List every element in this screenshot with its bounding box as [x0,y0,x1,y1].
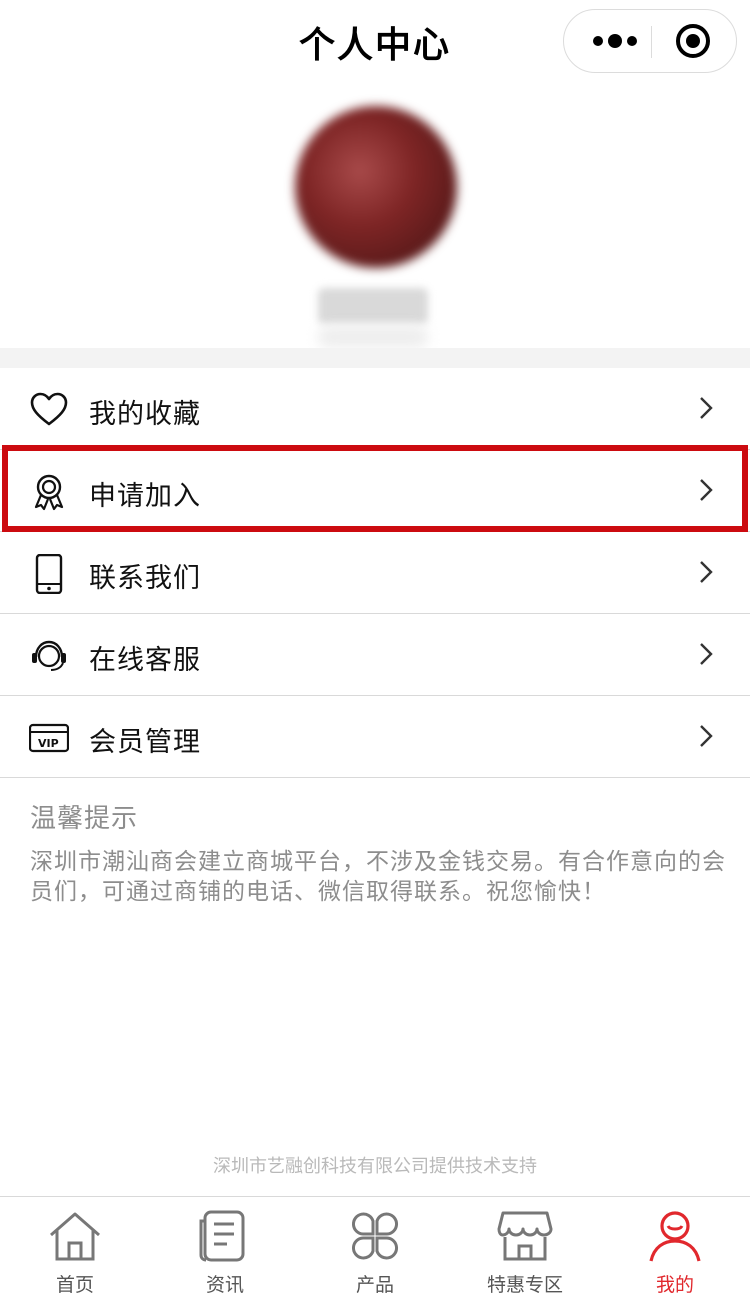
home-icon [50,1212,100,1261]
capsule-divider [651,26,652,58]
news-icon [199,1210,245,1262]
menu-item-label: 在线客服 [89,645,201,676]
store-icon [497,1211,553,1261]
mini-program-capsule [563,9,737,73]
chevron-right-icon [700,643,713,665]
navigation-bar: 个人中心 [0,0,750,82]
tab-label: 特惠专区 [486,1274,563,1294]
tips-section: 温馨提示 深圳市潮汕商会建立商城平台，不涉及金钱交易。有合作意向的会员们，可通过… [30,798,735,907]
tab-products[interactable]: 产品 [300,1197,450,1294]
menu-item-contact[interactable]: 联系我们 [0,532,750,614]
tab-label: 资讯 [205,1274,244,1294]
tab-home[interactable]: 首页 [0,1197,150,1294]
menu-item-label: 我的收藏 [89,399,201,430]
menu-item-member-management[interactable]: VIP 会员管理 [0,696,750,778]
chevron-right-icon [700,561,713,583]
menu-list: 我的收藏 申请加入 联系我们 在线客服 VIP 会员管理 [0,368,750,778]
tab-label: 首页 [55,1274,94,1294]
chevron-right-icon [700,397,713,419]
tips-title: 温馨提示 [30,804,139,834]
chevron-right-icon [700,479,713,501]
tab-bar: 首页 资讯 产品 特惠专区 我的 [0,1196,750,1294]
chevron-right-icon [700,725,713,747]
svg-text:VIP: VIP [38,737,59,750]
tab-specials[interactable]: 特惠专区 [450,1197,600,1294]
menu-item-label: 联系我们 [89,563,201,594]
section-divider [0,348,750,368]
nickname [318,288,428,324]
award-badge-icon [34,474,64,511]
tab-news[interactable]: 资讯 [150,1197,300,1294]
menu-item-online-service[interactable]: 在线客服 [0,614,750,696]
close-miniprogram-icon[interactable] [668,10,726,72]
heart-icon [30,392,68,426]
tab-label: 我的 [655,1274,694,1294]
user-icon [649,1211,701,1262]
menu-item-label: 申请加入 [89,481,201,512]
menu-item-label: 会员管理 [89,727,201,758]
nickname-placeholder [318,326,428,348]
tips-text: 深圳市潮汕商会建立商城平台，不涉及金钱交易。有合作意向的会员们，可通过商铺的电话… [30,849,726,905]
phone-icon [35,554,63,594]
profile-header [0,82,750,348]
headset-icon [32,640,66,671]
tech-support-footer: 深圳市艺融创科技有限公司提供技术支持 [213,1156,537,1177]
avatar [295,106,457,268]
menu-item-apply-join[interactable]: 申请加入 [0,450,750,532]
tab-mine[interactable]: 我的 [600,1197,750,1294]
tab-label: 产品 [355,1274,394,1294]
menu-item-favorites[interactable]: 我的收藏 [0,368,750,450]
products-icon [351,1212,399,1260]
more-options-icon[interactable] [586,10,650,72]
vip-card-icon: VIP [29,723,69,753]
